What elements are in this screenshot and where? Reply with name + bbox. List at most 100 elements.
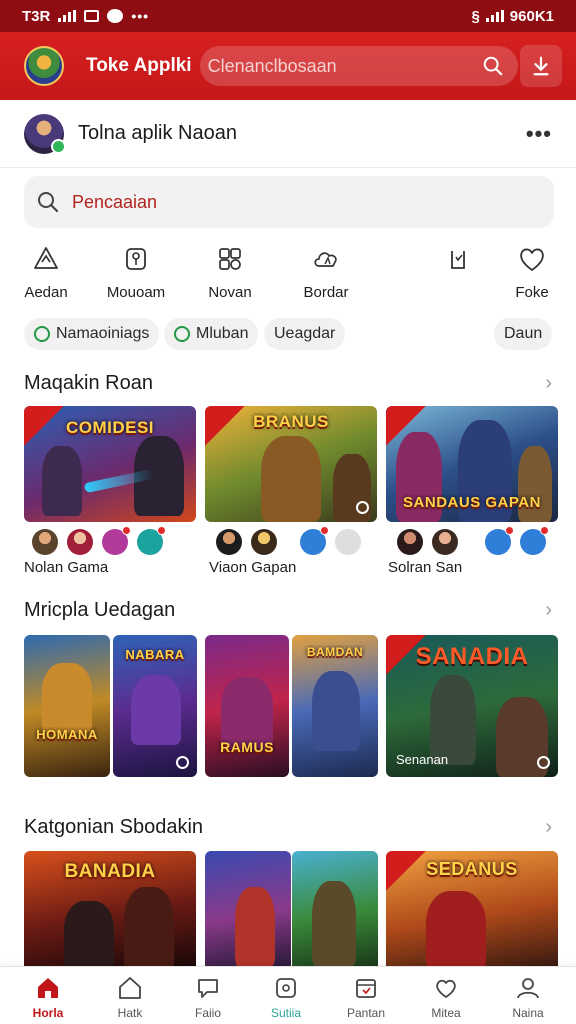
avatar-row xyxy=(397,526,549,555)
nav-label: Sutiia xyxy=(270,1006,302,1020)
search-icon xyxy=(483,56,502,76)
puzzle-icon xyxy=(219,248,241,270)
game-card[interactable]: NABARA xyxy=(113,635,197,777)
info-icon xyxy=(176,756,189,769)
play-icon xyxy=(174,326,190,342)
refresh-icon xyxy=(34,326,50,342)
signal-strength-icon xyxy=(485,10,504,22)
profile-header: Tolna aplik Naoan ••• xyxy=(0,100,576,168)
signal-icon xyxy=(58,10,77,22)
card-title: HOMANA xyxy=(36,727,98,742)
ribbon-badge xyxy=(386,406,426,446)
chevron-right-icon: › xyxy=(545,371,552,394)
more-options-icon[interactable]: ••• xyxy=(526,121,552,147)
app-search-placeholder: Clenanclbosaan xyxy=(207,55,337,76)
game-card[interactable]: RAMUS xyxy=(205,635,289,777)
quick-action-aedan[interactable]: Aedan xyxy=(6,244,86,301)
search-input[interactable]: Pencaaian xyxy=(24,176,554,228)
nav-label: Pantan xyxy=(346,1006,386,1020)
quick-action-label: Foke xyxy=(515,284,549,301)
avatar[interactable] xyxy=(485,526,514,555)
quick-action-bordar[interactable]: Bordar xyxy=(286,244,366,301)
chip-label: Ueagdar xyxy=(274,325,336,342)
card-title: COMIDESI xyxy=(65,418,155,437)
heart-icon xyxy=(520,248,544,271)
square-icon xyxy=(276,978,296,998)
calendar-icon xyxy=(356,979,376,998)
chip-namaoiniags[interactable]: Namaoiniags xyxy=(24,318,160,350)
more-status-icon: ••• xyxy=(131,8,150,24)
card-label: Nolan Gama xyxy=(24,559,109,576)
avatar[interactable] xyxy=(335,529,361,555)
card-title: NABARA xyxy=(125,647,185,662)
card-title: RAMUS xyxy=(220,739,274,755)
quick-action-label: Mouoam xyxy=(106,284,166,301)
chat-heart-icon xyxy=(198,979,218,998)
avatar[interactable] xyxy=(251,529,277,555)
section-header[interactable]: Katgonian Sbodakin › xyxy=(24,814,552,840)
avatar[interactable] xyxy=(24,113,66,154)
game-card[interactable]: COMIDESI xyxy=(24,406,196,522)
avatar[interactable] xyxy=(520,526,549,555)
nav-label: Naina xyxy=(512,1006,544,1020)
game-card[interactable] xyxy=(292,851,378,966)
wifi-icon: § xyxy=(471,7,480,25)
game-card[interactable]: SANDAUS GAPAN xyxy=(386,406,558,522)
section-title: Mricpla Uedagan xyxy=(24,598,176,621)
game-card[interactable]: SEDANUS xyxy=(386,851,558,966)
game-card[interactable]: BRANUS xyxy=(205,406,377,522)
chip-mluban[interactable]: Mluban xyxy=(164,318,259,350)
status-time: T3R xyxy=(22,7,51,25)
chevron-right-icon: › xyxy=(545,598,552,621)
nav-item-faiio[interactable]: Faiio xyxy=(172,975,244,1020)
avatar[interactable] xyxy=(300,526,329,555)
triangle-recycle-icon xyxy=(34,247,58,269)
chip-ueagdar[interactable]: Ueagdar xyxy=(264,318,346,350)
chip-label: Daun xyxy=(504,325,543,342)
chip-daun[interactable]: Daun xyxy=(494,318,553,350)
quick-action-novan[interactable]: Novan xyxy=(190,244,270,301)
game-card[interactable]: SANADIA Senanan xyxy=(386,635,558,777)
avatar[interactable] xyxy=(67,529,93,555)
download-icon xyxy=(533,56,549,76)
game-card[interactable]: BAMDAN xyxy=(292,635,378,777)
home-icon xyxy=(38,978,58,998)
quick-actions: Aedan Mouoam Novan Bordar Foke xyxy=(0,244,576,306)
avatar[interactable] xyxy=(102,526,131,555)
app-logo[interactable] xyxy=(24,46,64,86)
nav-item-horla[interactable]: Horla xyxy=(12,975,84,1020)
search-placeholder: Pencaaian xyxy=(72,191,158,212)
info-icon xyxy=(356,501,369,514)
section-header[interactable]: Maqakin Roan › xyxy=(24,370,552,396)
section-title: Maqakin Roan xyxy=(24,371,153,394)
avatar[interactable] xyxy=(32,529,58,555)
section-header[interactable]: Mricpla Uedagan › xyxy=(24,597,552,623)
avatar-row xyxy=(216,526,361,555)
game-card[interactable]: BANADIA xyxy=(24,851,196,966)
nav-item-mitea[interactable]: Mitea xyxy=(410,975,482,1020)
app-bar: Toke Applki Clenanclbosaan xyxy=(0,32,576,100)
nav-item-pantan[interactable]: Pantan xyxy=(330,975,402,1020)
nav-item-sutiia[interactable]: Sutiia xyxy=(250,975,322,1020)
card-title: SEDANUS xyxy=(426,859,518,879)
nav-item-hatk[interactable]: Hatk xyxy=(94,975,166,1020)
avatar[interactable] xyxy=(432,529,458,555)
profile-name: Tolna aplik Naoan xyxy=(78,122,237,144)
avatar[interactable] xyxy=(216,529,242,555)
app-title: Toke Applki xyxy=(86,55,192,76)
app-search-input[interactable]: Clenanclbosaan xyxy=(199,46,518,86)
game-card[interactable]: HOMANA xyxy=(24,635,110,777)
avatar[interactable] xyxy=(397,529,423,555)
quick-action-mouoam[interactable]: Mouoam xyxy=(96,244,176,301)
info-icon xyxy=(537,756,550,769)
quick-action-foke[interactable]: Foke xyxy=(492,244,572,301)
heart-chat-icon xyxy=(436,979,456,998)
message-icon xyxy=(107,9,124,23)
avatar[interactable] xyxy=(137,526,166,555)
download-button[interactable] xyxy=(520,45,562,87)
nav-item-naina[interactable]: Naina xyxy=(492,975,564,1020)
card-title: SANDAUS GAPAN xyxy=(403,494,541,511)
quick-action-bookmark[interactable] xyxy=(418,244,498,284)
game-card[interactable] xyxy=(205,851,291,966)
card-label: Solran San xyxy=(388,559,463,576)
